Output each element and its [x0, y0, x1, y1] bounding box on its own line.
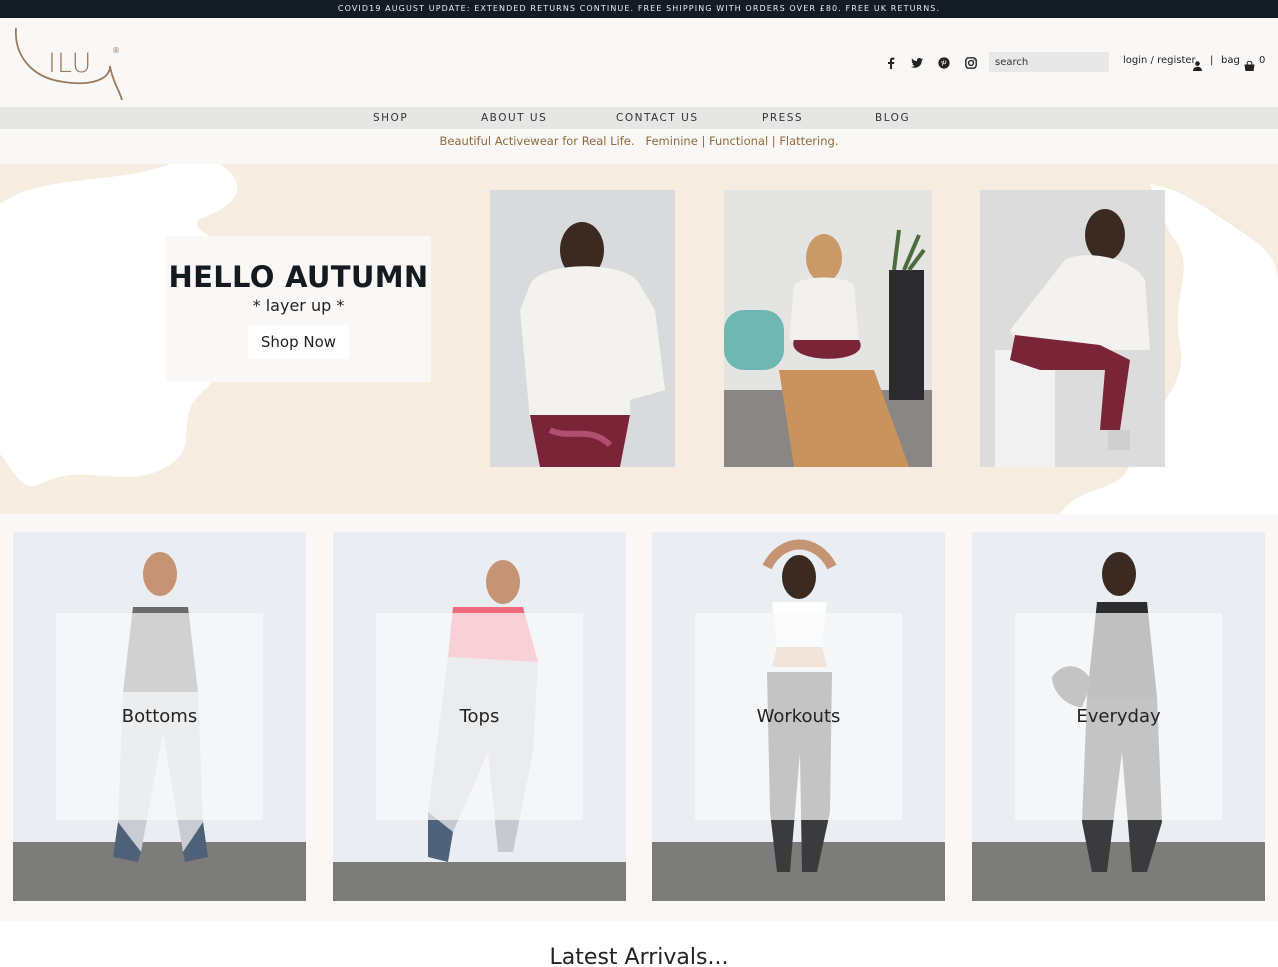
nav-item-contact-us[interactable]: CONTACT US — [616, 107, 698, 129]
hero-photo-seated[interactable] — [980, 190, 1165, 467]
brand-tagline: Beautiful Activewear for Real Life. Femi… — [439, 134, 839, 148]
main-nav: SHOP ABOUT US CONTACT US PRESS BLOG — [0, 107, 1278, 129]
hero-banner: HELLO AUTUMN * layer up * Shop Now — [0, 164, 1278, 514]
site-header: ILU ® login / register | bag 0 — [0, 18, 1278, 107]
header-separator: | — [1210, 55, 1214, 66]
category-overlay: Everyday — [1015, 613, 1222, 820]
login-register-link[interactable]: login / register — [1123, 55, 1196, 66]
logo-wordmark: ILU — [48, 48, 93, 79]
nav-item-blog[interactable]: BLOG — [875, 107, 910, 129]
hero-title: HELLO AUTUMN — [168, 260, 429, 294]
category-grid: Bottoms Tops Workouts Everyday — [0, 514, 1278, 921]
category-label[interactable]: Tops — [376, 613, 583, 820]
hero-subtitle: * layer up * — [252, 296, 345, 315]
category-overlay: Tops — [376, 613, 583, 820]
instagram-icon[interactable] — [964, 56, 978, 70]
latest-arrivals-heading: Latest Arrivals... — [549, 945, 729, 967]
nav-item-about-us[interactable]: ABOUT US — [481, 107, 547, 129]
category-overlay: Workouts — [695, 613, 902, 820]
facebook-icon[interactable] — [884, 56, 898, 70]
category-overlay: Bottoms — [56, 613, 263, 820]
hero-callout: HELLO AUTUMN * layer up * Shop Now — [166, 236, 431, 382]
pinterest-icon[interactable] — [937, 56, 951, 70]
registered-mark: ® — [112, 46, 120, 55]
shop-now-button[interactable]: Shop Now — [248, 325, 349, 359]
category-label[interactable]: Workouts — [695, 613, 902, 820]
bag-link[interactable]: bag — [1221, 55, 1240, 66]
category-label[interactable]: Everyday — [1015, 613, 1222, 820]
latest-arrivals-section: Latest Arrivals... — [0, 921, 1278, 967]
bag-count: 0 — [1259, 55, 1266, 66]
category-tile-tops[interactable]: Tops — [333, 532, 626, 901]
announcement-bar: COVID19 AUGUST UPDATE: EXTENDED RETURNS … — [0, 0, 1278, 18]
hero-photo-back-view[interactable] — [490, 190, 675, 467]
user-icon[interactable] — [1193, 56, 1202, 75]
category-tile-workouts[interactable]: Workouts — [652, 532, 945, 901]
nav-item-shop[interactable]: SHOP — [373, 107, 408, 129]
brand-logo[interactable]: ILU ® — [12, 26, 128, 102]
category-label[interactable]: Bottoms — [56, 613, 263, 820]
search-input[interactable] — [989, 52, 1109, 72]
hero-photo-yoga-mat[interactable] — [724, 190, 932, 467]
category-tile-everyday[interactable]: Everyday — [972, 532, 1265, 901]
twitter-icon[interactable] — [910, 56, 924, 70]
category-tile-bottoms[interactable]: Bottoms — [13, 532, 306, 901]
nav-item-press[interactable]: PRESS — [762, 107, 803, 129]
shopping-bag-icon[interactable] — [1244, 56, 1255, 75]
